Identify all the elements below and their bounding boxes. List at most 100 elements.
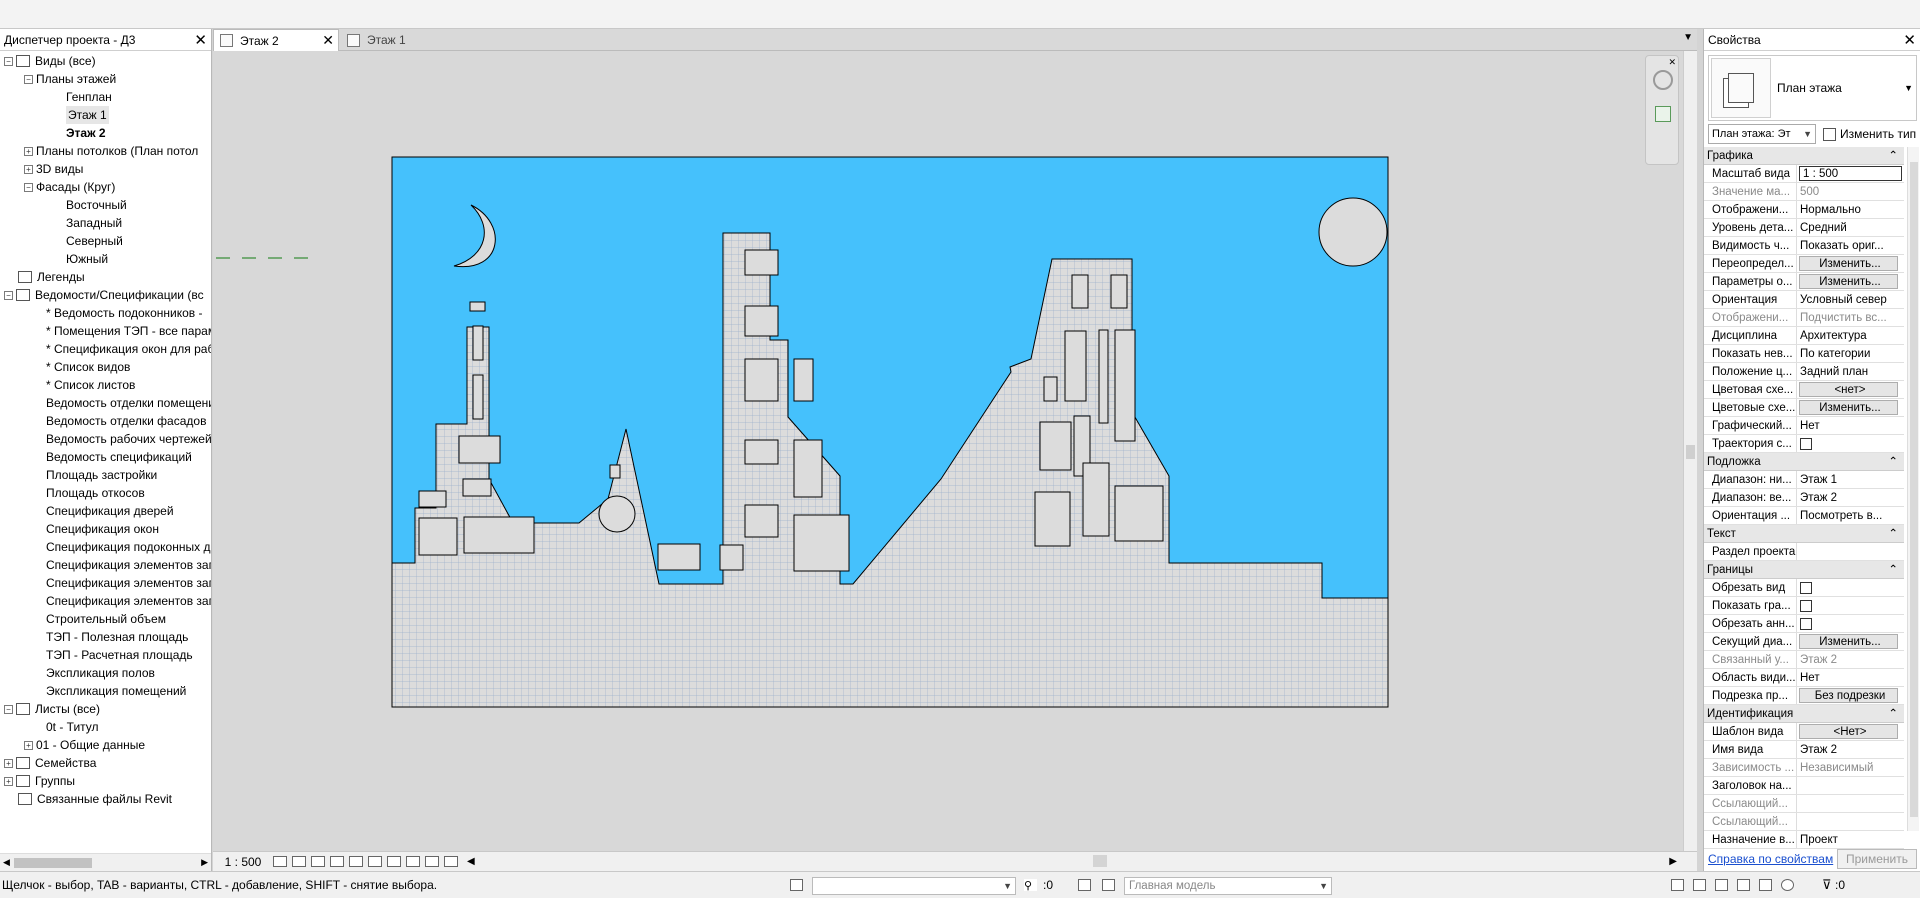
scroll-left-icon[interactable]: ◀ — [0, 857, 10, 868]
editable-only-icon[interactable]: ⚲ — [1024, 879, 1037, 892]
tree-item[interactable]: Связанные файлы Revit — [4, 790, 172, 808]
property-checkbox[interactable] — [1800, 618, 1812, 630]
scroll-left-icon[interactable]: ◀ — [467, 856, 475, 867]
tree-item[interactable]: Ведомость спецификаций — [24, 448, 192, 466]
property-group-header[interactable]: Границы ⌃ — [1704, 561, 1904, 579]
scroll-thumb[interactable] — [1093, 855, 1107, 867]
property-value[interactable]: Средний — [1797, 219, 1904, 236]
tree-item[interactable]: Площадь застройки — [24, 466, 157, 484]
tree-item[interactable]: Этаж 2 — [44, 124, 106, 142]
select-by-face-icon[interactable] — [1737, 879, 1750, 891]
tree-item[interactable]: ТЭП - Расчетная площадь — [24, 646, 193, 664]
property-value[interactable]: Нормально — [1797, 201, 1904, 218]
tree-item[interactable]: Спецификация элементов зап — [24, 592, 211, 610]
tree-item[interactable]: Этаж 1 — [44, 106, 109, 124]
tree-item[interactable]: +3D виды — [24, 160, 83, 178]
properties-scrollbar[interactable] — [1907, 147, 1919, 831]
scroll-thumb[interactable] — [14, 858, 92, 868]
scroll-right-icon[interactable]: ▶ — [201, 857, 208, 868]
property-value[interactable] — [1797, 777, 1904, 794]
tree-item[interactable]: Восточный — [44, 196, 127, 214]
tree-item[interactable]: + Группы — [4, 772, 75, 790]
tree-item[interactable]: Спецификация окон — [24, 520, 159, 538]
worksets-icon[interactable] — [790, 879, 803, 891]
analytical-model-icon[interactable] — [444, 856, 458, 867]
tree-item[interactable]: * Список листов — [24, 376, 135, 394]
close-icon[interactable]: ✕ — [194, 31, 207, 49]
collapse-icon[interactable]: − — [24, 182, 33, 192]
zoom-icon[interactable] — [1655, 106, 1671, 122]
apply-button[interactable]: Применить — [1836, 849, 1917, 869]
collapse-icon[interactable]: − — [24, 74, 33, 84]
tree-item[interactable]: * Спецификация окон для раб — [24, 340, 211, 358]
tree-item[interactable]: Легенды — [4, 268, 85, 286]
visual-style-icon[interactable] — [292, 856, 306, 867]
property-button[interactable]: <нет> — [1799, 382, 1898, 397]
edit-type-button[interactable]: Изменить тип — [1840, 127, 1916, 141]
property-group-header[interactable]: Графика ⌃ — [1704, 147, 1904, 165]
property-value[interactable]: Архитектура — [1797, 327, 1904, 344]
tree-item[interactable]: * Список видов — [24, 358, 130, 376]
property-checkbox[interactable] — [1800, 600, 1812, 612]
property-group-header[interactable]: Идентификация ⌃ — [1704, 705, 1904, 723]
hide-isolate-icon[interactable] — [406, 856, 420, 867]
property-value[interactable]: Этаж 2 — [1797, 741, 1904, 758]
tree-item[interactable]: Южный — [44, 250, 108, 268]
property-group-header[interactable]: Текст ⌃ — [1704, 525, 1904, 543]
show-crop-icon[interactable] — [368, 856, 382, 867]
detail-level-icon[interactable] — [273, 856, 287, 867]
workset-select[interactable]: ▼ — [812, 877, 1016, 895]
collapse-icon[interactable]: − — [4, 56, 13, 66]
tree-item[interactable]: Генплан — [44, 88, 112, 106]
select-underlay-icon[interactable] — [1693, 879, 1706, 891]
crop-view-icon[interactable] — [349, 856, 363, 867]
tree-item[interactable]: Северный — [44, 232, 123, 250]
scale-readout[interactable]: 1 : 500 — [213, 855, 273, 869]
tree-item[interactable]: * Ведомость подоконников - — [24, 304, 202, 322]
close-icon[interactable]: ✕ — [1903, 31, 1916, 49]
lock-view-icon[interactable] — [387, 856, 401, 867]
collapse-icon[interactable]: − — [4, 704, 13, 714]
expand-icon[interactable]: + — [24, 164, 33, 174]
chevron-down-icon[interactable]: ▼ — [1904, 83, 1913, 93]
collapse-icon[interactable]: ⌃ — [1888, 561, 1898, 578]
expand-icon[interactable]: + — [24, 146, 33, 156]
property-button[interactable]: Изменить... — [1799, 256, 1898, 271]
tree-item[interactable]: Ведомость отделки помещени — [24, 394, 211, 412]
property-value[interactable]: Посмотреть в... — [1797, 507, 1904, 524]
select-pinned-icon[interactable] — [1715, 879, 1728, 891]
sun-path-icon[interactable] — [311, 856, 325, 867]
expand-icon[interactable]: + — [4, 776, 13, 786]
property-value[interactable]: Задний план — [1797, 363, 1904, 380]
design-options-icon[interactable] — [1078, 879, 1091, 891]
property-value[interactable]: Показать ориг... — [1797, 237, 1904, 254]
collapse-icon[interactable]: ⌃ — [1888, 453, 1898, 470]
property-value[interactable] — [1797, 543, 1904, 560]
tree-item[interactable]: Спецификация дверей — [24, 502, 174, 520]
tree-item[interactable]: +01 - Общие данные — [24, 736, 145, 754]
tree-item[interactable]: Спецификация элементов зап — [24, 556, 211, 574]
tree-item[interactable]: Ведомость отделки фасадов — [24, 412, 206, 430]
property-value[interactable]: Нет — [1797, 417, 1904, 434]
property-value[interactable]: Проект — [1797, 831, 1904, 848]
filter-icon[interactable]: ⊽ — [1822, 877, 1832, 893]
collapse-icon[interactable]: ⌃ — [1888, 705, 1898, 722]
tab-floor-1[interactable]: Этаж 1 — [341, 29, 461, 51]
background-process-icon[interactable] — [1781, 879, 1794, 891]
property-value[interactable]: 1 : 500 — [1799, 166, 1902, 181]
collapse-icon[interactable]: ⌃ — [1888, 525, 1898, 542]
tree-item[interactable]: − Фасады (Круг) — [24, 178, 115, 196]
tree-item[interactable]: − Планы этажей — [24, 70, 116, 88]
expand-icon[interactable]: + — [24, 740, 33, 750]
tree-item[interactable]: Ведомость рабочих чертежей — [24, 430, 211, 448]
horizontal-scrollbar[interactable]: ◀ ▶ — [0, 853, 211, 871]
scroll-right-icon[interactable]: ▶ — [1669, 856, 1677, 867]
close-icon[interactable]: ✕ — [1668, 57, 1676, 68]
property-button[interactable]: Изменить... — [1799, 274, 1898, 289]
property-value[interactable]: Условный север — [1797, 291, 1904, 308]
design-option-select[interactable]: Главная модель ▼ — [1124, 877, 1332, 895]
expand-icon[interactable]: + — [4, 758, 13, 768]
property-value[interactable]: Нет — [1797, 669, 1904, 686]
property-value[interactable]: По категории — [1797, 345, 1904, 362]
shadows-icon[interactable] — [330, 856, 344, 867]
